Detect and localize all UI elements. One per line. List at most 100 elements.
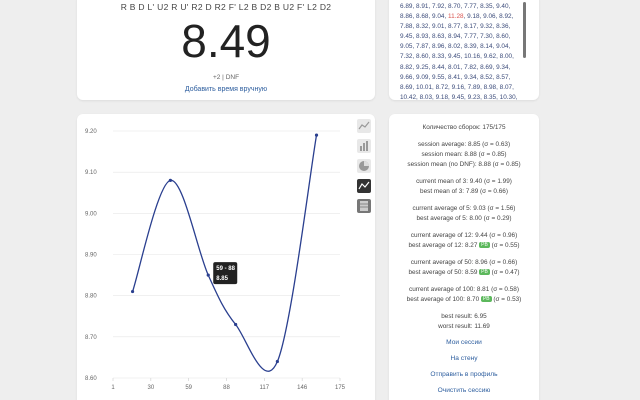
time-entry[interactable]: 7.92: [432, 3, 444, 10]
time-entry[interactable]: 8.94: [448, 33, 460, 40]
time-entry[interactable]: 11.28: [448, 13, 464, 20]
time-entry[interactable]: 8.35: [480, 3, 492, 10]
table-chart-button[interactable]: [357, 199, 371, 213]
time-entry[interactable]: 8.69: [480, 64, 492, 71]
time-entry[interactable]: 8.41: [448, 74, 460, 81]
time-entry[interactable]: 9.05: [400, 43, 412, 50]
y-tick-label: 9.10: [85, 170, 97, 176]
solve-count: Количество сборок: 175/175: [422, 124, 506, 131]
time-entry[interactable]: 8.93: [416, 33, 428, 40]
time-entry[interactable]: 8.92: [499, 13, 511, 20]
time-entry[interactable]: 8.77: [448, 23, 460, 30]
time-entry[interactable]: 9.45: [400, 33, 412, 40]
post-to-wall-link[interactable]: На стену: [389, 355, 539, 362]
time-entry[interactable]: 8.00: [500, 53, 512, 60]
time-entry[interactable]: 9.16: [452, 84, 464, 91]
time-entry[interactable]: 7.88: [400, 23, 412, 30]
time-entry[interactable]: 10.42: [400, 94, 416, 100]
time-separator: ,: [508, 73, 511, 81]
time-entry[interactable]: 10.30: [500, 94, 516, 100]
my-sessions-link[interactable]: Мои сессии: [389, 339, 539, 346]
line-chart-button[interactable]: [357, 119, 371, 133]
send-to-profile-link[interactable]: Отправить в профиль: [389, 371, 539, 378]
time-entry[interactable]: 9.32: [480, 23, 492, 30]
times-scrollbar[interactable]: [523, 2, 526, 58]
time-entry[interactable]: 9.66: [400, 74, 412, 81]
time-entry[interactable]: 10.16: [464, 53, 480, 60]
dnf-button[interactable]: DNF: [226, 74, 239, 81]
time-entry[interactable]: 8.02: [448, 43, 460, 50]
time-entry[interactable]: 9.45: [448, 53, 460, 60]
penalty-controls: +2 | DNF: [77, 74, 375, 81]
y-tick-label: 9.00: [85, 211, 97, 217]
time-entry[interactable]: 9.25: [416, 64, 428, 71]
time-entry[interactable]: 7.89: [468, 84, 480, 91]
y-tick-label: 8.70: [85, 335, 97, 341]
time-entry[interactable]: 9.45: [452, 94, 464, 100]
data-point: [275, 359, 279, 364]
bar-chart-button[interactable]: [357, 139, 371, 153]
time-entry[interactable]: 8.17: [464, 23, 476, 30]
time-entry[interactable]: 8.98: [484, 84, 496, 91]
time-entry[interactable]: 8.70: [448, 3, 460, 10]
time-entry[interactable]: 9.40: [496, 3, 508, 10]
time-entry[interactable]: 8.44: [432, 64, 444, 71]
area-chart-button[interactable]: [357, 179, 371, 193]
time-entry[interactable]: 8.68: [416, 13, 428, 20]
time-entry[interactable]: 7.82: [464, 64, 476, 71]
time-entry[interactable]: 10.01: [416, 84, 432, 91]
time-entry[interactable]: 8.96: [432, 43, 444, 50]
time-entry[interactable]: 8.01: [448, 64, 460, 71]
time-entry[interactable]: 9.34: [496, 64, 508, 71]
time-entry[interactable]: 7.77: [464, 3, 476, 10]
time-entry[interactable]: 7.30: [480, 33, 492, 40]
time-entry[interactable]: 8.03: [420, 94, 432, 100]
time-entry[interactable]: 9.34: [464, 74, 476, 81]
time-entry[interactable]: 9.18: [436, 94, 448, 100]
time-entry[interactable]: 9.06: [483, 13, 495, 20]
time-entry[interactable]: 8.72: [436, 84, 448, 91]
time-separator: ,: [515, 93, 518, 100]
time-entry[interactable]: 9.55: [432, 74, 444, 81]
time-entry[interactable]: 8.69: [400, 84, 412, 91]
bar-chart-icon: [360, 141, 368, 151]
time-entry[interactable]: 8.36: [496, 23, 508, 30]
time-entry[interactable]: 6.89: [400, 3, 412, 10]
time-entry[interactable]: 9.04: [432, 13, 444, 20]
time-entry[interactable]: 8.14: [480, 43, 492, 50]
time-entry[interactable]: 7.77: [464, 33, 476, 40]
time-entry[interactable]: 7.32: [400, 53, 412, 60]
personal-best-badge: PB: [480, 296, 492, 303]
time-separator: ,: [511, 13, 514, 21]
clear-session-link[interactable]: Очистить сессию: [389, 387, 539, 394]
line-chart-icon: [358, 121, 370, 130]
current-average-of-50: current average of 50: 8.96 (σ = 0.66): [410, 259, 518, 266]
time-separator: ,: [512, 53, 514, 61]
time-entry[interactable]: 9.09: [416, 74, 428, 81]
time-entry[interactable]: 8.82: [400, 64, 412, 71]
add-time-manually-link[interactable]: Добавить время вручную: [77, 86, 375, 93]
time-entry[interactable]: 8.39: [464, 43, 476, 50]
time-entry[interactable]: 8.91: [416, 3, 428, 10]
time-entry[interactable]: 9.23: [468, 94, 480, 100]
pie-chart-button[interactable]: [357, 159, 371, 173]
best-ao100-value: best average of 100: 8.70: [406, 296, 480, 303]
timer-display[interactable]: 8.49: [77, 18, 375, 64]
time-entry[interactable]: 9.18: [467, 13, 479, 20]
time-entry[interactable]: 8.52: [480, 74, 492, 81]
time-entry[interactable]: 8.32: [416, 23, 428, 30]
time-entry[interactable]: 8.86: [400, 13, 412, 20]
time-entry[interactable]: 9.01: [432, 23, 444, 30]
time-entry[interactable]: 8.35: [484, 94, 496, 100]
personal-best-badge: PB: [479, 269, 490, 276]
time-entry[interactable]: 8.33: [432, 53, 444, 60]
time-entry[interactable]: 8.60: [496, 33, 508, 40]
pie-chart-icon: [359, 161, 369, 171]
time-entry[interactable]: 7.87: [416, 43, 428, 50]
time-entry[interactable]: 9.62: [484, 53, 496, 60]
time-entry[interactable]: 8.63: [432, 33, 444, 40]
time-entry[interactable]: 8.57: [496, 74, 508, 81]
time-entry[interactable]: 9.04: [496, 43, 508, 50]
time-entry[interactable]: 8.60: [416, 53, 428, 60]
time-entry[interactable]: 8.07: [500, 84, 512, 91]
